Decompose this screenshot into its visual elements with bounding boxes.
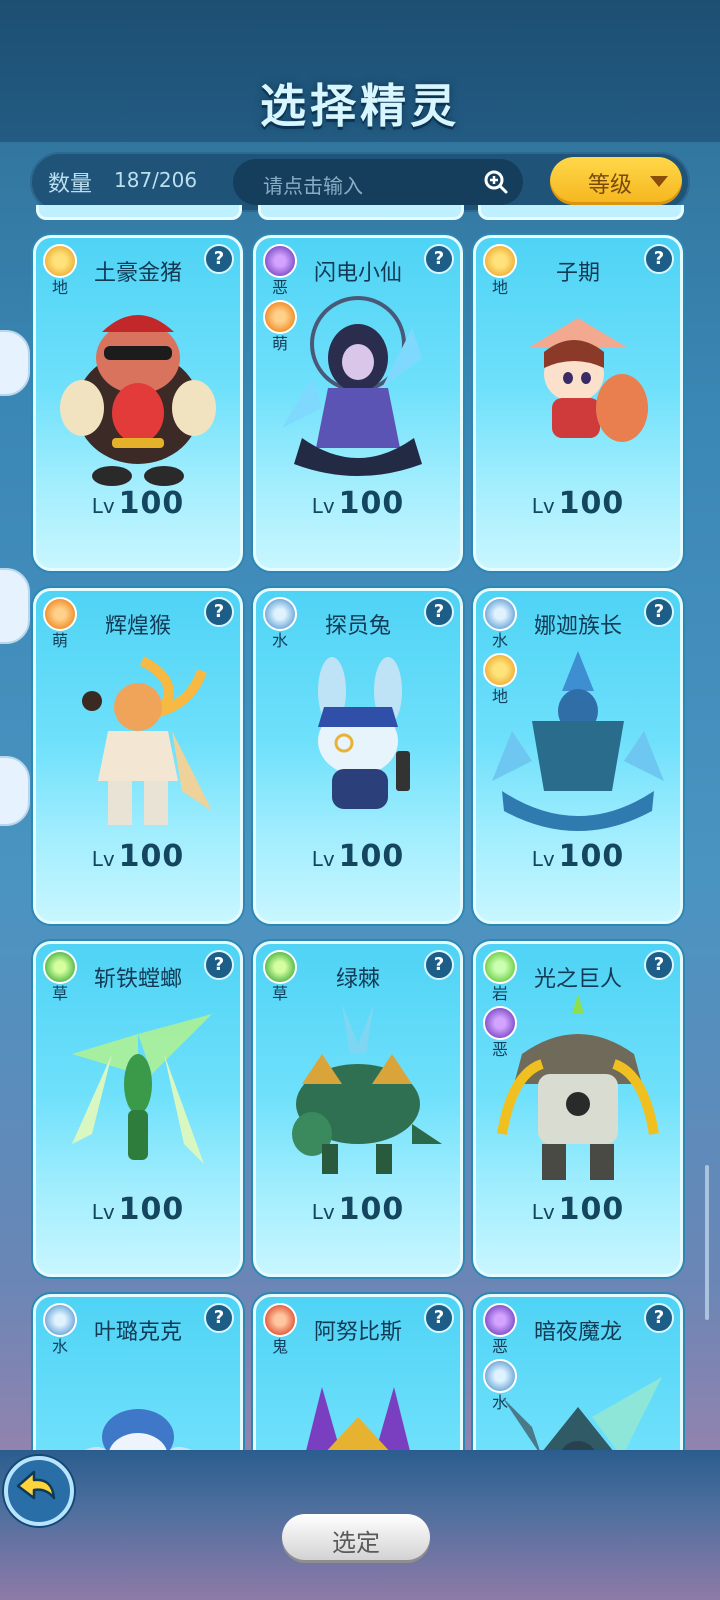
creature-card[interactable]: 光之巨人 ? 岩 恶 Lv 100: [473, 941, 683, 1277]
card-edge: [258, 205, 464, 220]
back-button[interactable]: [4, 1456, 74, 1526]
header-bar: 选择精灵: [0, 0, 720, 142]
caret-down-icon: [650, 176, 668, 187]
help-icon[interactable]: ?: [424, 244, 454, 274]
water-badge-icon: [483, 597, 517, 631]
creature-card[interactable]: 辉煌猴 ? 萌 Lv 100: [33, 588, 243, 924]
cute-badge-icon: [43, 597, 77, 631]
level-value: 100: [338, 1192, 405, 1227]
level-prefix: Lv: [91, 494, 115, 518]
page-title: 选择精灵: [260, 79, 460, 133]
level-prefix: Lv: [531, 1200, 555, 1224]
earth-badge-icon: [483, 244, 517, 278]
help-icon[interactable]: ?: [424, 597, 454, 627]
creature-portrait: [318, 657, 410, 809]
creature-card[interactable]: 闪电小仙 ? 恶 萌 Lv 100: [253, 235, 463, 571]
level-value: 100: [558, 486, 625, 521]
creature-level: Lv 100: [36, 839, 240, 874]
level-prefix: Lv: [311, 1200, 335, 1224]
search-placeholder: 请点击输入: [263, 174, 363, 198]
water-badge-icon: [263, 597, 297, 631]
creature-portrait: [528, 318, 648, 442]
level-prefix: Lv: [311, 847, 335, 871]
count-label: 数量: [48, 172, 93, 197]
help-icon[interactable]: ?: [644, 597, 674, 627]
earth-badge-icon: [43, 244, 77, 278]
back-arrow-icon: [16, 1470, 56, 1500]
level-value: 100: [118, 1192, 185, 1227]
grass-badge-icon: [263, 950, 297, 984]
water-badge-icon: [43, 1303, 77, 1337]
creature-card[interactable]: 绿棘 ? 草 Lv 100: [253, 941, 463, 1277]
level-value: 100: [558, 839, 625, 874]
level-value: 100: [118, 839, 185, 874]
creature-level: Lv 100: [256, 839, 460, 874]
level-prefix: Lv: [91, 1200, 115, 1224]
creature-level: Lv 100: [476, 486, 680, 521]
help-icon[interactable]: ?: [424, 1303, 454, 1333]
confirm-label: 选定: [332, 1529, 380, 1557]
help-icon[interactable]: ?: [204, 950, 234, 980]
creature-portrait: [492, 651, 664, 831]
creature-level: Lv 100: [476, 1192, 680, 1227]
creature-card[interactable]: 斩铁螳螂 ? 草 Lv 100: [33, 941, 243, 1277]
creature-grid: 土豪金猪 ? 地 Lv 100 闪电小仙 ? 恶 萌 Lv 100 子期 ? 地…: [0, 205, 720, 1480]
level-value: 100: [118, 486, 185, 521]
previous-row-edges: [0, 205, 720, 225]
creature-portrait: [82, 656, 212, 825]
level-value: 100: [558, 1192, 625, 1227]
creature-level: Lv 100: [256, 1192, 460, 1227]
creature-portrait: [60, 315, 216, 486]
creature-portrait: [282, 296, 422, 476]
level-prefix: Lv: [531, 847, 555, 871]
creature-level: Lv 100: [36, 486, 240, 521]
rock-badge-icon: [483, 950, 517, 984]
help-icon[interactable]: ?: [644, 244, 674, 274]
level-value: 100: [338, 486, 405, 521]
card-edge: [478, 205, 684, 220]
creature-portrait: [72, 1014, 212, 1164]
search-icon[interactable]: [483, 169, 509, 195]
help-icon[interactable]: ?: [204, 597, 234, 627]
help-icon[interactable]: ?: [644, 950, 674, 980]
help-icon[interactable]: ?: [204, 244, 234, 274]
help-icon[interactable]: ?: [424, 950, 454, 980]
level-prefix: Lv: [311, 494, 335, 518]
creature-portrait: [292, 1004, 442, 1174]
filter-bar: 数量 187/206 请点击输入 等级: [30, 152, 690, 212]
sort-level-label: 等级: [588, 173, 633, 198]
creature-card[interactable]: 探员兔 ? 水 Lv 100: [253, 588, 463, 924]
scrollbar[interactable]: [705, 1165, 709, 1320]
creature-card[interactable]: 子期 ? 地 Lv 100: [473, 235, 683, 571]
grass-badge-icon: [43, 950, 77, 984]
count-value: 187/206: [114, 168, 198, 192]
creature-card[interactable]: 土豪金猪 ? 地 Lv 100: [33, 235, 243, 571]
help-icon[interactable]: ?: [204, 1303, 234, 1333]
level-prefix: Lv: [91, 847, 115, 871]
level-value: 100: [338, 839, 405, 874]
creature-level: Lv 100: [256, 486, 460, 521]
creature-level: Lv 100: [36, 1192, 240, 1227]
ghost-badge-icon: [263, 1303, 297, 1337]
creature-card[interactable]: 娜迦族长 ? 水 地 Lv 100: [473, 588, 683, 924]
sort-level-dropdown[interactable]: 等级: [550, 157, 682, 205]
card-edge: [36, 205, 242, 220]
evil-badge-icon: [263, 244, 297, 278]
creature-level: Lv 100: [476, 839, 680, 874]
creature-portrait: [497, 994, 659, 1180]
help-icon[interactable]: ?: [644, 1303, 674, 1333]
search-input[interactable]: 请点击输入: [233, 159, 523, 205]
confirm-button[interactable]: 选定: [282, 1514, 430, 1560]
level-prefix: Lv: [531, 494, 555, 518]
evil-badge-icon: [483, 1303, 517, 1337]
